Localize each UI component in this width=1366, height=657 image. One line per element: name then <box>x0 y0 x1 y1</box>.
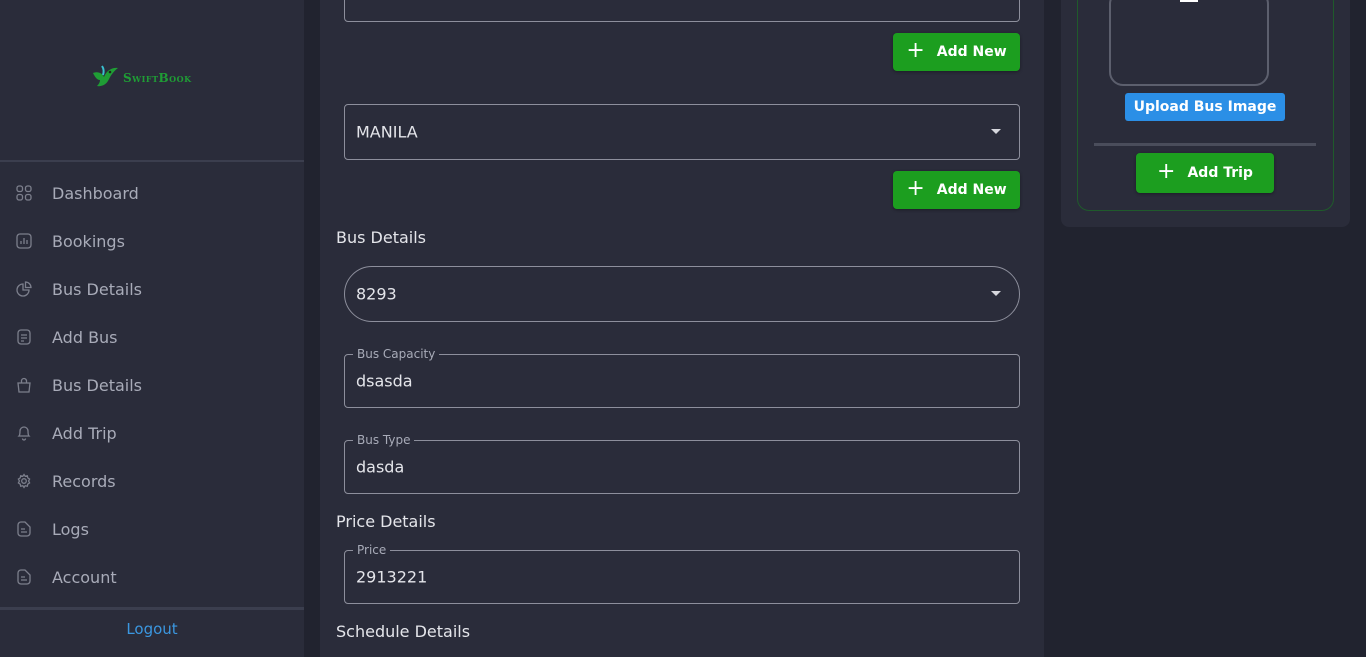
bus-capacity-field[interactable]: Bus Capacity dsasda <box>344 347 1020 408</box>
route-destination-select[interactable]: MANILA <box>344 104 1020 160</box>
bus-type-label: Bus Type <box>353 433 415 447</box>
bell-icon <box>16 425 32 441</box>
sidebar-item-label: Add Trip <box>52 423 117 443</box>
pie-icon <box>16 281 32 297</box>
bus-type-value: dasda <box>356 457 405 477</box>
grid-icon <box>16 185 32 201</box>
sidebar-item-label: Add Bus <box>52 327 118 347</box>
bus-image-panel: Upload Bus Image + Add Trip <box>1061 0 1350 227</box>
sidebar-item-label: Logs <box>52 519 89 539</box>
sidebar-item-bus-details-2[interactable]: Bus Details <box>0 361 304 409</box>
select-value: MANILA <box>356 122 418 142</box>
trip-form: + Add New MANILA + Add New Bus Details 8… <box>320 0 1044 657</box>
bus-details-title: Bus Details <box>336 228 427 247</box>
bus-number-select[interactable]: 8293 <box>344 266 1020 322</box>
caret-down-icon <box>991 129 1001 134</box>
price-label: Price <box>353 543 391 557</box>
add-trip-label: Add Trip <box>1187 165 1253 181</box>
sidebar-item-label: Dashboard <box>52 183 139 203</box>
bird-logo-icon <box>93 65 118 87</box>
chart-icon <box>16 233 32 249</box>
add-new-button[interactable]: + Add New <box>893 171 1020 209</box>
sidebar-divider <box>0 607 304 610</box>
price-details-title: Price Details <box>336 512 436 531</box>
sidebar-item-label: Account <box>52 567 117 587</box>
price-value: 2913221 <box>356 567 428 587</box>
add-new-label: Add New <box>936 182 1007 198</box>
sidebar-item-account[interactable]: Account <box>0 553 304 601</box>
sidebar-item-label: Bus Details <box>52 375 143 395</box>
plus-icon: + <box>1157 159 1176 184</box>
sidebar-item-logs[interactable]: Logs <box>0 505 304 553</box>
sidebar-item-bookings[interactable]: Bookings <box>0 217 304 265</box>
route-origin-select[interactable] <box>344 0 1020 22</box>
bag-icon <box>16 377 32 393</box>
schedule-details-title: Schedule Details <box>336 622 471 641</box>
sidebar-nav: Dashboard Bookings Bus Details Add Bus B… <box>0 169 304 601</box>
logo-text: SwiftBook <box>123 71 192 85</box>
panel-divider <box>1094 143 1316 146</box>
sidebar-item-label: Bus Details <box>52 279 143 299</box>
sidebar-item-dashboard[interactable]: Dashboard <box>0 169 304 217</box>
sidebar-item-label: Records <box>52 471 116 491</box>
caret-down-icon <box>991 291 1001 296</box>
sidebar-item-records[interactable]: Records <box>0 457 304 505</box>
add-new-button[interactable]: + Add New <box>893 33 1020 71</box>
sidebar-item-add-bus[interactable]: Add Bus <box>0 313 304 361</box>
upload-bus-image-button[interactable]: Upload Bus Image <box>1125 93 1285 121</box>
app-logo[interactable]: SwiftBook <box>90 62 192 94</box>
add-new-label: Add New <box>936 44 1007 60</box>
bus-image-preview[interactable] <box>1109 0 1269 86</box>
document-icon <box>16 329 32 345</box>
sidebar-item-bus-details[interactable]: Bus Details <box>0 265 304 313</box>
bus-capacity-value: dsasda <box>356 371 413 391</box>
sidebar-divider <box>0 160 304 162</box>
sidebar-item-label: Bookings <box>52 231 125 251</box>
price-field[interactable]: Price 2913221 <box>344 543 1020 604</box>
gear-icon <box>16 473 32 489</box>
logout-link[interactable]: Logout <box>0 620 304 638</box>
file-icon <box>16 521 32 537</box>
sidebar: SwiftBook Dashboard Bookings Bus Details <box>0 0 304 657</box>
bus-capacity-label: Bus Capacity <box>353 347 440 361</box>
sidebar-item-add-trip[interactable]: Add Trip <box>0 409 304 457</box>
select-value: 8293 <box>356 284 397 304</box>
file-icon <box>16 569 32 585</box>
plus-icon: + <box>906 38 925 63</box>
add-trip-button[interactable]: + Add Trip <box>1136 153 1274 193</box>
user-icon <box>1180 0 1198 2</box>
plus-icon: + <box>906 176 925 201</box>
bus-type-field[interactable]: Bus Type dasda <box>344 433 1020 494</box>
